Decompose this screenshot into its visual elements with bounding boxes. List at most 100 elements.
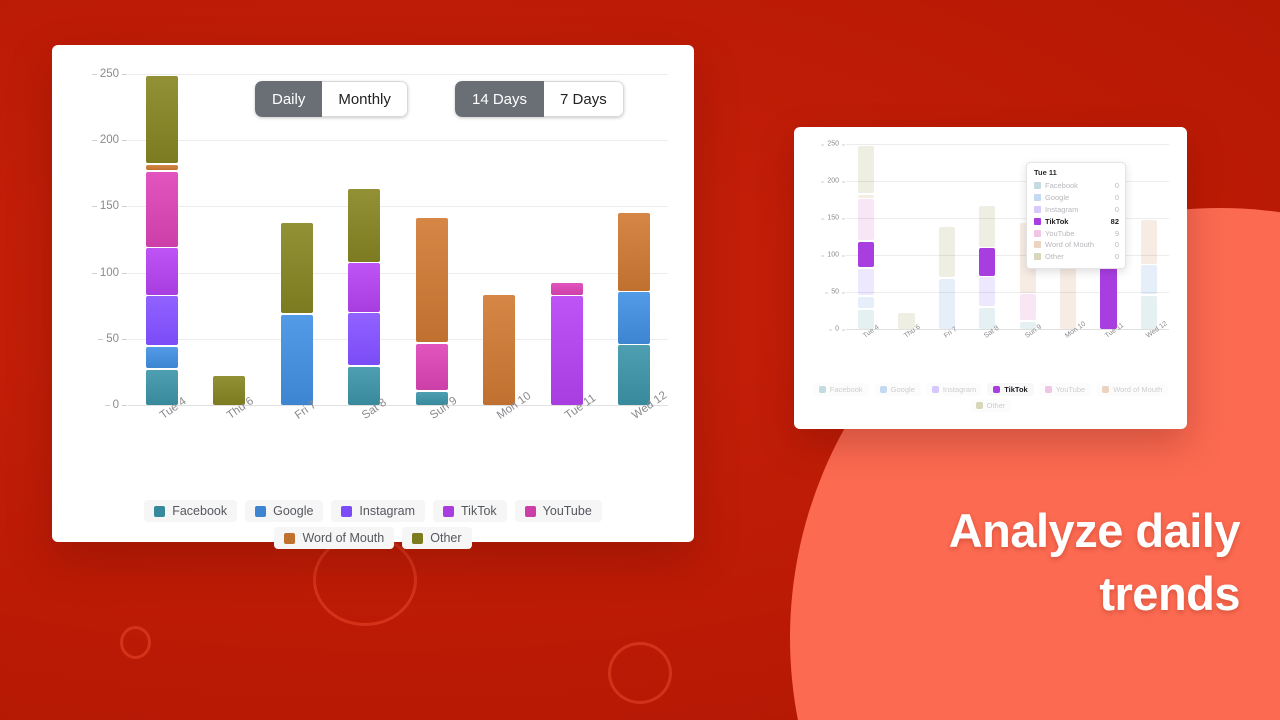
legend-item-other[interactable]: Other bbox=[402, 527, 472, 549]
bar-segment-google bbox=[858, 296, 875, 309]
tooltip-series-value: 0 bbox=[1114, 181, 1119, 191]
tooltip-series-value: 0 bbox=[1114, 204, 1119, 214]
bar-column[interactable]: Wed 12 bbox=[618, 74, 669, 422]
inset-legend-item-other[interactable]: Other bbox=[969, 399, 1012, 412]
y-axis-tick-label: 250 bbox=[91, 68, 128, 80]
bar-column[interactable]: Tue 4 bbox=[145, 74, 188, 422]
bar-column[interactable]: Tue 11 bbox=[550, 74, 598, 422]
bar-segment-google bbox=[145, 346, 178, 369]
legend-swatch-icon bbox=[818, 386, 826, 393]
legend-item-youtube[interactable]: YouTube bbox=[514, 500, 602, 522]
y-axis-tick-label: 0 bbox=[104, 399, 128, 411]
bar-segment-instagram bbox=[979, 277, 996, 307]
bar-column[interactable]: Sat 8 bbox=[348, 74, 389, 422]
bar-segment-google bbox=[618, 292, 651, 344]
legend-swatch-icon bbox=[154, 505, 166, 517]
bar-segment-other bbox=[280, 223, 313, 314]
inset-legend-item-tiktok[interactable]: TikTok bbox=[987, 383, 1034, 396]
tooltip-series-value: 0 bbox=[1114, 193, 1119, 203]
inset-legend-item-facebook[interactable]: Facebook bbox=[812, 383, 869, 396]
tooltip-series-value: 9 bbox=[1114, 228, 1119, 238]
legend-item-instagram[interactable]: Instagram bbox=[331, 500, 426, 522]
bar-column[interactable]: Fri 7 bbox=[938, 144, 958, 340]
gridline: 250 bbox=[821, 141, 1169, 148]
inset-legend-item-youtube[interactable]: YouTube bbox=[1038, 383, 1092, 396]
bar-segment-youtube bbox=[415, 343, 448, 391]
legend-item-word-of-mouth[interactable]: Word of Mouth bbox=[274, 527, 395, 549]
tooltip-series-value: 82 bbox=[1110, 216, 1119, 226]
inset-legend-item-google[interactable]: Google bbox=[873, 383, 921, 396]
bar-segment-youtube bbox=[145, 171, 178, 247]
bar-segment-tiktok bbox=[348, 263, 381, 312]
tooltip-swatch-icon bbox=[1034, 229, 1041, 237]
legend-label: Facebook bbox=[829, 385, 863, 394]
legend-swatch-icon bbox=[993, 386, 1001, 393]
bar-segment-word-of-mouth bbox=[858, 194, 875, 198]
legend-label: Other bbox=[430, 531, 462, 545]
tooltip-row: TikTok 82 bbox=[1034, 215, 1119, 227]
legend-swatch-icon bbox=[524, 505, 536, 517]
tooltip-row: Word of Mouth 0 bbox=[1034, 239, 1119, 251]
y-axis-tick-label: 100 bbox=[91, 266, 128, 279]
chart-legend[interactable]: Facebook Google Instagram TikTok YouTube Word… bbox=[82, 500, 664, 549]
chart-tooltip: Tue 11 Facebook 0 Google 0 Instagram 0 TikTok 8… bbox=[1026, 162, 1126, 269]
legend-label: Word of Mouth bbox=[1113, 385, 1163, 394]
legend-label: Word of Mouth bbox=[302, 531, 385, 545]
legend-item-google[interactable]: Google bbox=[245, 500, 324, 522]
y-axis-tick-label: 150 bbox=[91, 200, 128, 213]
tooltip-row: Facebook 0 bbox=[1034, 180, 1119, 192]
legend-swatch-icon bbox=[443, 505, 455, 517]
tooltip-swatch-icon bbox=[1034, 253, 1041, 261]
tooltip-row: Instagram 0 bbox=[1034, 204, 1119, 216]
bar-column[interactable]: Fri 7 bbox=[280, 74, 318, 422]
inset-legend-item-word-of-mouth[interactable]: Word of Mouth bbox=[1096, 383, 1169, 396]
headline-text: Analyze daily trends bbox=[948, 504, 1241, 620]
tooltip-row: Google 0 bbox=[1034, 192, 1119, 204]
tooltip-series-name: YouTube bbox=[1045, 228, 1075, 238]
bar-segment-other bbox=[348, 188, 381, 262]
bar-segment-google bbox=[1140, 265, 1157, 295]
legend-item-facebook[interactable]: Facebook bbox=[144, 500, 238, 522]
bar-segment-other bbox=[145, 75, 178, 164]
tooltip-series-name: TikTok bbox=[1045, 216, 1069, 226]
bar-segment-word-of-mouth bbox=[415, 217, 448, 343]
tooltip-series-name: Word of Mouth bbox=[1045, 240, 1095, 250]
tooltip-swatch-icon bbox=[1034, 182, 1041, 190]
inset-legend-item-instagram[interactable]: Instagram bbox=[925, 383, 983, 396]
bar-column[interactable]: Wed 12 bbox=[1140, 144, 1168, 340]
tooltip-swatch-icon bbox=[1034, 205, 1041, 213]
bar-column[interactable]: Sat 8 bbox=[979, 144, 1001, 340]
bar-column[interactable]: Thu 6 bbox=[213, 74, 256, 422]
y-axis-tick-label: 250 bbox=[821, 140, 845, 148]
y-axis-tick-label: 50 bbox=[825, 288, 845, 296]
gridline: 200 bbox=[91, 134, 668, 146]
inset-chart-legend[interactable]: Facebook Google Instagram TikTok YouTube Word… bbox=[804, 383, 1177, 412]
tooltip-series-value: 0 bbox=[1114, 240, 1119, 250]
bar-column[interactable]: Thu 6 bbox=[898, 144, 921, 340]
bar-segment-instagram bbox=[858, 268, 875, 296]
bar-segment-google bbox=[938, 278, 955, 329]
bar-column[interactable]: Sun 9 bbox=[415, 74, 459, 422]
legend-swatch-icon bbox=[284, 532, 296, 544]
legend-label: YouTube bbox=[1055, 385, 1086, 394]
bar-column[interactable]: Mon 10 bbox=[483, 74, 534, 422]
tooltip-series-name: Facebook bbox=[1045, 181, 1078, 191]
bar-segment-other bbox=[858, 145, 875, 194]
bar-segment-word-of-mouth bbox=[483, 295, 516, 405]
bar-segment-word-of-mouth bbox=[618, 212, 651, 291]
legend-item-tiktok[interactable]: TikTok bbox=[433, 500, 507, 522]
bar-column[interactable]: Tue 4 bbox=[858, 144, 881, 340]
y-axis-tick-label: 200 bbox=[91, 134, 128, 147]
bar-segment-tiktok bbox=[858, 241, 875, 268]
bar-segment-tiktok bbox=[1100, 268, 1117, 329]
legend-swatch-icon bbox=[931, 386, 939, 393]
legend-swatch-icon bbox=[255, 505, 267, 517]
legend-swatch-icon bbox=[975, 402, 983, 409]
bar-segment-tiktok bbox=[979, 248, 996, 276]
legend-label: Google bbox=[273, 504, 314, 518]
bar-segment-facebook bbox=[1140, 295, 1157, 329]
bar-segment-facebook bbox=[348, 366, 381, 405]
tooltip-row: Other 0 bbox=[1034, 251, 1119, 263]
tooltip-series-name: Google bbox=[1045, 193, 1070, 203]
y-axis-tick-label: 0 bbox=[829, 325, 845, 333]
